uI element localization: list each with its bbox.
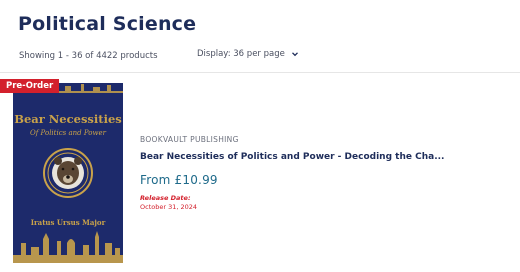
result-count: Showing 1 - 36 of 4422 products	[19, 51, 158, 61]
product-price: From £10.99	[140, 173, 218, 187]
chevron-down-icon	[291, 50, 299, 58]
pre-order-badge: Pre-Order	[0, 79, 60, 93]
display-per-page-select[interactable]: Display: 36 per page	[197, 49, 299, 59]
cover-subtitle: Of Politics and Power	[30, 129, 107, 137]
display-select-label: Display: 36 per page	[197, 49, 285, 59]
product-title-link[interactable]: Bear Necessities of Politics and Power -…	[140, 152, 444, 162]
release-date-label: Release Date:	[140, 194, 191, 202]
cover-title: Bear Necessities	[14, 112, 122, 126]
product-vendor[interactable]: BOOKVAULT PUBLISHING	[140, 135, 239, 144]
product-cover-image[interactable]: Bear Necessities Of Politics and Power I…	[13, 83, 123, 263]
page-title: Political Science	[18, 13, 197, 35]
cover-author: Iratus Ursus Major	[31, 218, 106, 227]
product-card: Pre-Order Bear Necessities Of Politics a…	[0, 73, 520, 272]
collection-header: Political Science Showing 1 - 36 of 4422…	[0, 0, 520, 73]
release-date-value: October 31, 2024	[140, 203, 198, 211]
